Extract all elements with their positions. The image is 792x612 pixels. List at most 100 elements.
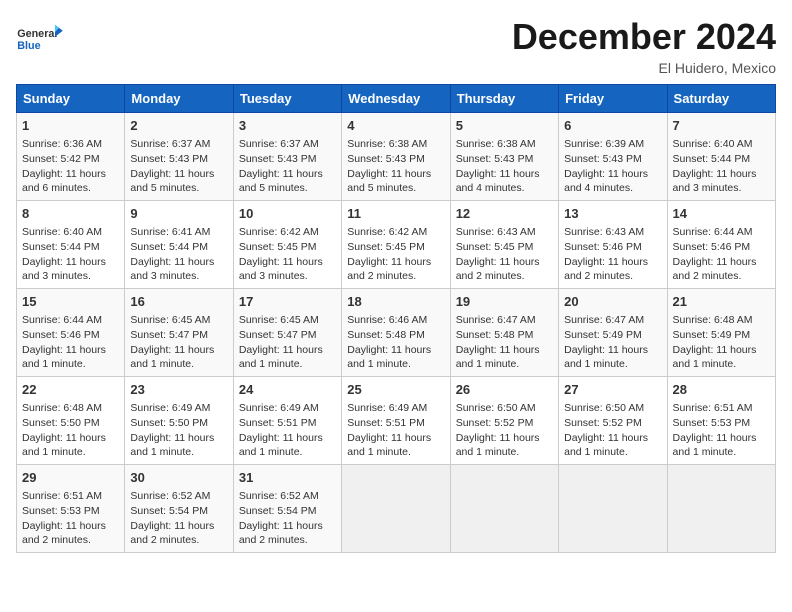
day-number: 3 [239,117,336,135]
day-number: 4 [347,117,444,135]
calendar-cell: 8Sunrise: 6:40 AM Sunset: 5:44 PM Daylig… [17,201,125,289]
cell-content: Sunrise: 6:41 AM Sunset: 5:44 PM Dayligh… [130,225,227,284]
day-number: 13 [564,205,661,223]
day-number: 5 [456,117,553,135]
day-number: 26 [456,381,553,399]
day-header-tuesday: Tuesday [233,85,341,113]
calendar-cell: 7 Sunrise: 6:40 AM Sunset: 5:44 PM Daylig… [667,113,775,201]
cell-content: Sunrise: 6:40 AM Sunset: 5:44 PM Dayligh… [22,225,119,284]
calendar-cell: 23Sunrise: 6:49 AM Sunset: 5:50 PM Dayli… [125,377,233,465]
calendar-cell: 11Sunrise: 6:42 AM Sunset: 5:45 PM Dayli… [342,201,450,289]
calendar-table: SundayMondayTuesdayWednesdayThursdayFrid… [16,84,776,553]
day-number: 20 [564,293,661,311]
day-number: 22 [22,381,119,399]
calendar-cell: 22 Sunrise: 6:48 AM Sunset: 5:50 PM Dayli… [17,377,125,465]
cell-content: Sunrise: 6:48 AM Sunset: 5:49 PM Dayligh… [673,313,770,372]
calendar-cell: 25Sunrise: 6:49 AM Sunset: 5:51 PM Dayli… [342,377,450,465]
day-number: 6 [564,117,661,135]
cell-content: Sunrise: 6:45 AM Sunset: 5:47 PM Dayligh… [239,313,336,372]
svg-text:General: General [17,28,57,40]
calendar-cell: 29 Sunrise: 6:51 AM Sunset: 5:53 PM Dayli… [17,465,125,553]
day-header-sunday: Sunday [17,85,125,113]
cell-content: Sunrise: 6:51 AM Sunset: 5:53 PM Dayligh… [673,401,770,460]
cell-content: Sunrise: 6:46 AM Sunset: 5:48 PM Dayligh… [347,313,444,372]
cell-content: Sunrise: 6:48 AM Sunset: 5:50 PM Dayligh… [22,401,119,460]
calendar-cell: 6 Sunrise: 6:39 AM Sunset: 5:43 PM Daylig… [559,113,667,201]
cell-content: Sunrise: 6:52 AM Sunset: 5:54 PM Dayligh… [239,489,336,548]
day-number: 21 [673,293,770,311]
calendar-cell: 15Sunrise: 6:44 AM Sunset: 5:46 PM Dayli… [17,289,125,377]
calendar-week-row: 15Sunrise: 6:44 AM Sunset: 5:46 PM Dayli… [17,289,776,377]
calendar-cell: 14 Sunrise: 6:44 AM Sunset: 5:46 PM Dayli… [667,201,775,289]
cell-content: Sunrise: 6:43 AM Sunset: 5:46 PM Dayligh… [564,225,661,284]
day-number: 15 [22,293,119,311]
cell-content: Sunrise: 6:39 AM Sunset: 5:43 PM Dayligh… [564,137,661,196]
day-number: 19 [456,293,553,311]
calendar-cell [559,465,667,553]
day-number: 17 [239,293,336,311]
cell-content: Sunrise: 6:37 AM Sunset: 5:43 PM Dayligh… [130,137,227,196]
day-number: 28 [673,381,770,399]
logo: General Blue [16,16,64,60]
cell-content: Sunrise: 6:42 AM Sunset: 5:45 PM Dayligh… [347,225,444,284]
calendar-cell: 16Sunrise: 6:45 AM Sunset: 5:47 PM Dayli… [125,289,233,377]
cell-content: Sunrise: 6:47 AM Sunset: 5:48 PM Dayligh… [456,313,553,372]
calendar-cell: 27 Sunrise: 6:50 AM Sunset: 5:52 PM Dayli… [559,377,667,465]
calendar-cell: 24 Sunrise: 6:49 AM Sunset: 5:51 PM Dayli… [233,377,341,465]
logo-svg: General Blue [16,16,64,60]
calendar-cell: 19 Sunrise: 6:47 AM Sunset: 5:48 PM Dayli… [450,289,558,377]
day-number: 1 [22,117,119,135]
day-header-friday: Friday [559,85,667,113]
calendar-week-row: 22 Sunrise: 6:48 AM Sunset: 5:50 PM Dayli… [17,377,776,465]
day-number: 27 [564,381,661,399]
calendar-week-row: 29 Sunrise: 6:51 AM Sunset: 5:53 PM Dayli… [17,465,776,553]
day-header-monday: Monday [125,85,233,113]
calendar-cell [342,465,450,553]
calendar-cell: 17 Sunrise: 6:45 AM Sunset: 5:47 PM Dayli… [233,289,341,377]
day-header-thursday: Thursday [450,85,558,113]
calendar-cell: 31 Sunrise: 6:52 AM Sunset: 5:54 PM Dayli… [233,465,341,553]
day-number: 2 [130,117,227,135]
cell-content: Sunrise: 6:49 AM Sunset: 5:51 PM Dayligh… [239,401,336,460]
cell-content: Sunrise: 6:40 AM Sunset: 5:44 PM Dayligh… [673,137,770,196]
calendar-cell: 3 Sunrise: 6:37 AM Sunset: 5:43 PM Daylig… [233,113,341,201]
day-number: 24 [239,381,336,399]
day-number: 25 [347,381,444,399]
month-title: December 2024 [512,16,776,58]
cell-content: Sunrise: 6:38 AM Sunset: 5:43 PM Dayligh… [456,137,553,196]
cell-content: Sunrise: 6:38 AM Sunset: 5:43 PM Dayligh… [347,137,444,196]
calendar-cell [450,465,558,553]
cell-content: Sunrise: 6:45 AM Sunset: 5:47 PM Dayligh… [130,313,227,372]
cell-content: Sunrise: 6:37 AM Sunset: 5:43 PM Dayligh… [239,137,336,196]
calendar-cell: 21 Sunrise: 6:48 AM Sunset: 5:49 PM Dayli… [667,289,775,377]
cell-content: Sunrise: 6:50 AM Sunset: 5:52 PM Dayligh… [564,401,661,460]
calendar-cell: 9 Sunrise: 6:41 AM Sunset: 5:44 PM Daylig… [125,201,233,289]
calendar-cell: 2 Sunrise: 6:37 AM Sunset: 5:43 PM Daylig… [125,113,233,201]
calendar-cell: 12Sunrise: 6:43 AM Sunset: 5:45 PM Dayli… [450,201,558,289]
cell-content: Sunrise: 6:51 AM Sunset: 5:53 PM Dayligh… [22,489,119,548]
title-block: December 2024 El Huidero, Mexico [512,16,776,76]
calendar-cell: 13 Sunrise: 6:43 AM Sunset: 5:46 PM Dayli… [559,201,667,289]
cell-content: Sunrise: 6:36 AM Sunset: 5:42 PM Dayligh… [22,137,119,196]
cell-content: Sunrise: 6:44 AM Sunset: 5:46 PM Dayligh… [673,225,770,284]
calendar-cell: 18 Sunrise: 6:46 AM Sunset: 5:48 PM Dayli… [342,289,450,377]
day-number: 30 [130,469,227,487]
cell-content: Sunrise: 6:50 AM Sunset: 5:52 PM Dayligh… [456,401,553,460]
svg-text:Blue: Blue [17,40,40,52]
calendar-cell: 4 Sunrise: 6:38 AM Sunset: 5:43 PM Daylig… [342,113,450,201]
calendar-week-row: 8Sunrise: 6:40 AM Sunset: 5:44 PM Daylig… [17,201,776,289]
day-number: 9 [130,205,227,223]
calendar-cell: 10Sunrise: 6:42 AM Sunset: 5:45 PM Dayli… [233,201,341,289]
day-number: 31 [239,469,336,487]
cell-content: Sunrise: 6:49 AM Sunset: 5:50 PM Dayligh… [130,401,227,460]
calendar-cell: 28 Sunrise: 6:51 AM Sunset: 5:53 PM Dayli… [667,377,775,465]
cell-content: Sunrise: 6:43 AM Sunset: 5:45 PM Dayligh… [456,225,553,284]
day-number: 14 [673,205,770,223]
calendar-cell [667,465,775,553]
day-number: 18 [347,293,444,311]
page-header: General Blue December 2024 El Huidero, M… [16,16,776,76]
cell-content: Sunrise: 6:52 AM Sunset: 5:54 PM Dayligh… [130,489,227,548]
cell-content: Sunrise: 6:42 AM Sunset: 5:45 PM Dayligh… [239,225,336,284]
day-number: 29 [22,469,119,487]
day-number: 7 [673,117,770,135]
